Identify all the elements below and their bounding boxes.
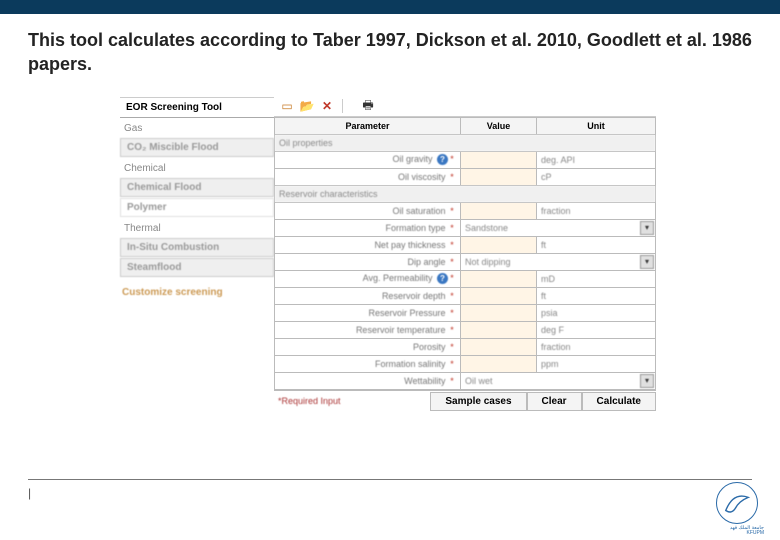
table-row: Oil saturation * fraction	[275, 202, 656, 219]
sidebar-customize[interactable]: Customize screening	[120, 283, 274, 302]
table-row: Wettability * Oil wet▾	[275, 372, 656, 389]
brand-logo-icon	[716, 482, 758, 524]
toolbar-sep	[342, 99, 343, 113]
section-reservoir: Reservoir characteristics	[275, 185, 656, 202]
accent-bar	[0, 0, 780, 14]
value-input[interactable]	[461, 168, 537, 185]
value-input[interactable]	[461, 338, 537, 355]
sample-cases-button[interactable]: Sample cases	[430, 392, 526, 411]
sidebar: EOR Screening Tool Gas CO₂ Miscible Floo…	[120, 97, 274, 412]
table-row: Formation salinity * ppm	[275, 355, 656, 372]
sidebar-item-co2[interactable]: CO₂ Miscible Flood	[120, 138, 274, 157]
value-input[interactable]	[461, 304, 537, 321]
footer-rule	[28, 479, 752, 480]
bottom-bar: *Required Input Sample cases Clear Calcu…	[274, 390, 656, 412]
sidebar-item-insitu[interactable]: In-Situ Combustion	[120, 238, 274, 257]
dropdown[interactable]: Oil wet▾	[461, 372, 656, 389]
sidebar-item-steamflood[interactable]: Steamflood	[120, 258, 274, 277]
help-icon[interactable]: ?	[437, 273, 448, 284]
table-row: Oil viscosity * cP	[275, 168, 656, 185]
print-icon[interactable]: 🖶	[361, 99, 375, 113]
value-input[interactable]	[461, 321, 537, 338]
table-row: Reservoir temperature * deg F	[275, 321, 656, 338]
table-row: Avg. Permeability ?* mD	[275, 270, 656, 287]
toolbar: ▭ 📂 ✕ 🖶	[274, 97, 656, 117]
value-input[interactable]	[461, 270, 537, 287]
sidebar-group-thermal: Thermal	[120, 218, 274, 237]
chevron-down-icon[interactable]: ▾	[640, 221, 654, 235]
table-row: Reservoir depth * ft	[275, 287, 656, 304]
col-unit: Unit	[537, 117, 656, 134]
calculate-button[interactable]: Calculate	[582, 392, 656, 411]
open-icon[interactable]: 📂	[300, 99, 314, 113]
col-parameter: Parameter	[275, 117, 461, 134]
sidebar-group-gas: Gas	[120, 118, 274, 137]
value-input[interactable]	[461, 287, 537, 304]
value-input[interactable]	[461, 236, 537, 253]
help-icon[interactable]: ?	[437, 154, 448, 165]
brand-label: جامعة الملك فهدKFUPM	[730, 526, 764, 536]
chevron-down-icon[interactable]: ▾	[640, 255, 654, 269]
sidebar-header: EOR Screening Tool	[120, 97, 274, 118]
value-input[interactable]	[461, 151, 537, 168]
page-mark: |	[28, 486, 31, 500]
clear-button[interactable]: Clear	[527, 392, 582, 411]
new-icon[interactable]: ▭	[280, 99, 294, 113]
table-row: Formation type * Sandstone▾	[275, 219, 656, 236]
sidebar-group-chemical: Chemical	[120, 158, 274, 177]
required-note: *Required Input	[274, 396, 430, 406]
section-oil-properties: Oil properties	[275, 134, 656, 151]
page-title: This tool calculates according to Taber …	[0, 14, 780, 87]
dropdown[interactable]: Not dipping▾	[461, 253, 656, 270]
table-row: Porosity * fraction	[275, 338, 656, 355]
table-row: Dip angle * Not dipping▾	[275, 253, 656, 270]
table-row: Net pay thickness * ft	[275, 236, 656, 253]
sidebar-item-chemical-flood[interactable]: Chemical Flood	[120, 178, 274, 197]
sidebar-item-polymer[interactable]: Polymer	[120, 198, 274, 217]
app-frame: EOR Screening Tool Gas CO₂ Miscible Floo…	[120, 97, 656, 412]
parameter-table: Parameter Value Unit Oil properties Oil …	[274, 117, 656, 390]
table-row: Oil gravity ?* deg. API	[275, 151, 656, 168]
dropdown[interactable]: Sandstone▾	[461, 219, 656, 236]
col-value: Value	[461, 117, 537, 134]
delete-icon[interactable]: ✕	[320, 99, 334, 113]
chevron-down-icon[interactable]: ▾	[640, 374, 654, 388]
main-panel: ▭ 📂 ✕ 🖶 Parameter Value Unit Oil propert…	[274, 97, 656, 412]
value-input[interactable]	[461, 202, 537, 219]
table-row: Reservoir Pressure * psia	[275, 304, 656, 321]
value-input[interactable]	[461, 355, 537, 372]
